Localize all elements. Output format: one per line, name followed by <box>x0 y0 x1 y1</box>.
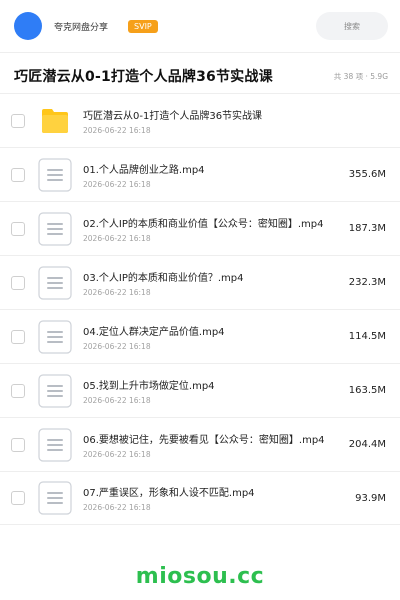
item-meta: 01.个人品牌创业之路.mp4 2026-06-22 16:18 <box>83 161 340 189</box>
item-meta: 05.找到上升市场做定位.mp4 2026-06-22 16:18 <box>83 377 340 405</box>
video-file-icon <box>38 319 72 354</box>
top-bar: 夸克网盘分享 SVIP 搜索 <box>0 0 400 52</box>
row-checkbox[interactable] <box>11 275 25 290</box>
item-date: 2026-06-22 16:18 <box>83 341 151 351</box>
svip-badge: SVIP <box>128 19 158 33</box>
item-size: 114.5M <box>348 331 386 342</box>
item-meta: 04.定位人群决定产品价值.mp4 2026-06-22 16:18 <box>83 323 340 351</box>
avatar[interactable] <box>14 12 42 40</box>
item-name[interactable]: 巧匠潜云从0-1打造个人品牌36节实战课 <box>83 107 332 122</box>
item-date: 2026-06-22 16:18 <box>83 179 151 189</box>
item-size: 93.9M <box>355 492 386 504</box>
file-row[interactable]: 02.个人IP的本质和商业价值【公众号：密知圈】.mp4 2026-06-22 1… <box>0 201 400 255</box>
video-file-icon <box>38 157 72 192</box>
file-list: 巧匠潜云从0-1打造个人品牌36节实战课 2026-06-22 16:18 01.个… <box>0 93 400 525</box>
row-checkbox[interactable] <box>11 491 25 505</box>
row-checkbox[interactable] <box>11 437 25 452</box>
item-name[interactable]: 04.定位人群决定产品价值.mp4 <box>83 323 332 338</box>
search-button[interactable]: 搜索 <box>316 12 388 40</box>
watermark: miosou.cc <box>135 564 265 589</box>
item-size: 355.6M <box>348 169 386 180</box>
item-name[interactable]: 03.个人IP的本质和商业价值？.mp4 <box>83 269 332 284</box>
file-row[interactable]: 03.个人IP的本质和商业价值？.mp4 2026-06-22 16:18 232.… <box>0 255 400 309</box>
video-file-icon <box>38 265 72 300</box>
item-size: 163.5M <box>348 385 386 396</box>
file-row[interactable]: 07.严重误区，形象和人设不匹配.mp4 2026-06-22 16:18 93.9… <box>0 471 400 525</box>
item-date: 2026-06-22 16:18 <box>83 233 151 243</box>
file-row[interactable]: 05.找到上升市场做定位.mp4 2026-06-22 16:18 163.5M <box>0 363 400 417</box>
item-meta: 06.要想被记住，先要被看见【公众号：密知圈】.mp4 2026-06-22 16… <box>83 431 340 459</box>
video-file-icon <box>38 211 72 246</box>
row-checkbox[interactable] <box>11 221 25 236</box>
file-row[interactable]: 01.个人品牌创业之路.mp4 2026-06-22 16:18 355.6M <box>0 147 400 201</box>
page-title: 巧匠潜云从0-1打造个人品牌36节实战课 <box>14 69 273 85</box>
file-row[interactable]: 04.定位人群决定产品价值.mp4 2026-06-22 16:18 114.5M <box>0 309 400 363</box>
item-date: 2026-06-22 16:18 <box>83 449 151 459</box>
folder-icon <box>38 104 72 138</box>
brand-name: 夸克网盘分享 <box>54 22 109 33</box>
item-meta: 巧匠潜云从0-1打造个人品牌36节实战课 2026-06-22 16:18 <box>83 107 340 135</box>
video-file-icon <box>38 373 72 408</box>
item-date: 2026-06-22 16:18 <box>83 395 151 405</box>
item-name[interactable]: 02.个人IP的本质和商业价值【公众号：密知圈】.mp4 <box>83 215 332 230</box>
item-meta: 02.个人IP的本质和商业价值【公众号：密知圈】.mp4 2026-06-22 1… <box>83 215 340 243</box>
item-date: 2026-06-22 16:18 <box>83 125 151 135</box>
video-file-icon <box>38 481 72 515</box>
item-name[interactable]: 01.个人品牌创业之路.mp4 <box>83 161 332 176</box>
video-file-icon <box>38 427 72 462</box>
item-size: 232.3M <box>348 277 386 288</box>
item-meta: 03.个人IP的本质和商业价值？.mp4 2026-06-22 16:18 <box>83 269 340 297</box>
item-size: 204.4M <box>348 439 386 450</box>
row-checkbox[interactable] <box>11 329 25 344</box>
file-count: 共 38 项 · 5.9G <box>333 71 388 81</box>
item-name[interactable]: 07.严重误区，形象和人设不匹配.mp4 <box>83 484 332 499</box>
item-meta: 07.严重误区，形象和人设不匹配.mp4 2026-06-22 16:18 <box>83 484 340 512</box>
item-name[interactable]: 06.要想被记住，先要被看见【公众号：密知圈】.mp4 <box>83 431 332 446</box>
row-checkbox[interactable] <box>11 383 25 398</box>
item-date: 2026-06-22 16:18 <box>83 287 151 297</box>
folder-row[interactable]: 巧匠潜云从0-1打造个人品牌36节实战课 2026-06-22 16:18 <box>0 93 400 147</box>
item-size: 187.3M <box>348 223 386 234</box>
row-checkbox[interactable] <box>11 167 25 182</box>
item-name[interactable]: 05.找到上升市场做定位.mp4 <box>83 377 332 392</box>
file-row[interactable]: 06.要想被记住，先要被看见【公众号：密知圈】.mp4 2026-06-22 16… <box>0 417 400 471</box>
row-checkbox[interactable] <box>11 113 25 128</box>
item-date: 2026-06-22 16:18 <box>83 503 151 512</box>
